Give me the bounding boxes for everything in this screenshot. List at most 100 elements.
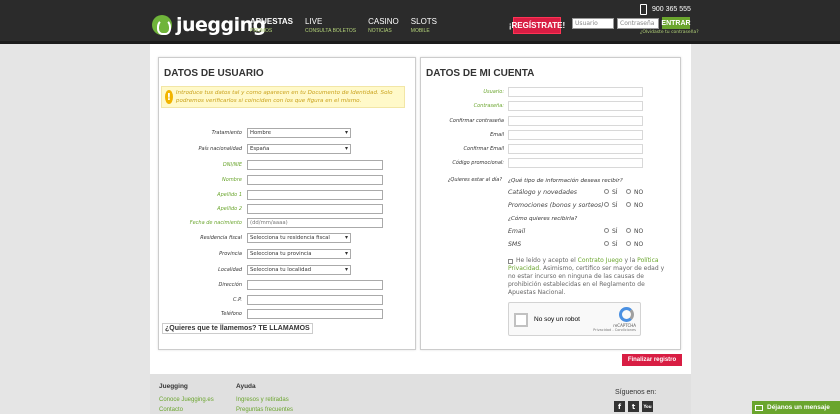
option-promos: Promociones (bonos y sorteos): [508, 202, 604, 209]
nav-sublink[interactable]: CONSULTA BOLETOS: [305, 28, 356, 34]
field-row-residencia: Residencia fiscal Selecciona tu residenc…: [159, 233, 417, 243]
dni-input[interactable]: [247, 160, 383, 170]
field-row-localidad: Localidad Selecciona tu localidad: [159, 265, 417, 275]
radio-label: SÍ: [612, 228, 618, 235]
radio-label: NO: [634, 202, 644, 209]
field-row-apellido2: Apellido 2: [159, 204, 417, 214]
nav-label[interactable]: SLOTS: [411, 17, 437, 26]
twitter-icon[interactable]: t: [628, 401, 639, 412]
phone-number: 900 365 555: [652, 6, 691, 13]
account-data-panel: DATOS DE MI CUENTA Usuario: Contraseña: …: [420, 57, 681, 350]
legal-prefix: He leído y acepto el: [516, 257, 576, 264]
email-no-radio[interactable]: [626, 228, 631, 233]
catalog-no-radio[interactable]: [626, 189, 631, 194]
pais-select[interactable]: España: [247, 144, 351, 154]
nav-label[interactable]: CASINO: [368, 17, 399, 26]
residencia-select[interactable]: Selecciona tu residencia fiscal: [247, 233, 351, 243]
nav-sublink[interactable]: PROMOS: [250, 28, 293, 34]
birthdate-input[interactable]: (dd/mm/aaaa): [247, 218, 383, 228]
field-label: Tratamiento: [211, 130, 242, 136]
contract-link[interactable]: Contrato Juego: [578, 257, 623, 264]
radio-label: NO: [634, 189, 644, 196]
localidad-select[interactable]: Selecciona tu localidad: [247, 265, 351, 275]
nombre-input[interactable]: [247, 175, 383, 185]
recaptcha-checkbox[interactable]: [514, 313, 528, 327]
field-row-dni: DNI/NIE: [159, 160, 417, 170]
confirm-password-input[interactable]: [508, 116, 643, 126]
forgot-password-link[interactable]: ¿Olvidaste tu contraseña?: [640, 30, 699, 35]
option-catalog: Catálogo y novedades: [508, 189, 577, 196]
footer-col-title: Juegging: [159, 383, 188, 390]
call-me-button[interactable]: ¿Quieres que te llamemos? TE LLAMAMOS: [162, 323, 313, 334]
apellido1-input[interactable]: [247, 190, 383, 200]
radio-label: SÍ: [612, 189, 618, 196]
nav-sublink[interactable]: NOTICIAS: [368, 28, 399, 34]
field-label: Apellido 1: [217, 192, 242, 198]
promo-code-input[interactable]: [508, 158, 643, 168]
nav-item-live[interactable]: LIVE CONSULTA BOLETOS: [305, 17, 356, 34]
field-row-contrasena: Contraseña:: [421, 101, 682, 111]
nav-item-casino[interactable]: CASINO NOTICIAS: [368, 17, 399, 34]
promos-no-radio[interactable]: [626, 202, 631, 207]
field-row-pais: País nacionalidad España: [159, 144, 417, 154]
footer-col-title: Ayuda: [236, 383, 256, 390]
provincia-select[interactable]: Selecciona tu provincia: [247, 249, 351, 259]
field-row-direccion: Dirección: [159, 280, 417, 290]
password-input[interactable]: Contraseña: [617, 18, 659, 29]
facebook-icon[interactable]: f: [614, 401, 625, 412]
username-input[interactable]: Usuario: [572, 18, 614, 29]
legal-and: y la: [624, 257, 636, 264]
identity-warning: ! Introduce tus datos tal y como aparece…: [161, 86, 405, 108]
field-row-email: Email: [421, 130, 682, 140]
footer-link[interactable]: Preguntas frecuentes: [236, 407, 293, 413]
email-yes-radio[interactable]: [604, 228, 609, 233]
sms-yes-radio[interactable]: [604, 241, 609, 246]
recaptcha-terms[interactable]: Privacidad - Condiciones: [593, 328, 636, 332]
logo-mark-icon: [152, 15, 172, 35]
radio-label: NO: [634, 228, 644, 235]
leave-message-button[interactable]: Déjanos un mensaje: [752, 401, 840, 414]
legal-text: He leído y acepto el Contrato Juego y la…: [508, 257, 673, 297]
sms-no-radio[interactable]: [626, 241, 631, 246]
tratamiento-select[interactable]: Hombre: [247, 128, 351, 138]
field-label: Confirmar contraseña: [449, 118, 504, 124]
footer-link[interactable]: Contacto: [159, 407, 183, 413]
field-row-apellido1: Apellido 1: [159, 190, 417, 200]
login-button[interactable]: ENTRAR: [661, 17, 691, 29]
logo[interactable]: juegging: [152, 14, 266, 36]
account-data-title: DATOS DE MI CUENTA: [426, 68, 535, 79]
field-row-confirm-email: Confirmar Email: [421, 144, 682, 154]
nav-label[interactable]: LIVE: [305, 17, 356, 26]
field-label: País nacionalidad: [198, 146, 242, 152]
promos-yes-radio[interactable]: [604, 202, 609, 207]
cp-input[interactable]: [247, 295, 383, 305]
option-sms: SMS: [508, 241, 522, 248]
field-row-telefono: Teléfono: [159, 309, 417, 319]
account-username-input[interactable]: [508, 87, 643, 97]
nav-sublink[interactable]: MOBILE: [411, 28, 437, 34]
register-button[interactable]: ¡REGÍSTRATE!: [509, 17, 565, 34]
footer-link[interactable]: Ingresos y retiradas: [236, 397, 289, 403]
nav-label[interactable]: APUESTAS: [250, 17, 293, 26]
phone-icon: [640, 4, 647, 15]
youtube-icon[interactable]: You: [642, 401, 653, 412]
email-input[interactable]: [508, 130, 643, 140]
direccion-input[interactable]: [247, 280, 383, 290]
apellido2-input[interactable]: [247, 204, 383, 214]
follow-us-label: Síguenos en:: [615, 389, 657, 396]
field-row-provincia: Provincia Selecciona tu provincia: [159, 249, 417, 259]
recaptcha-widget: No soy un robot reCAPTCHA Privacidad - C…: [508, 302, 641, 336]
field-label: Contraseña:: [473, 103, 504, 109]
nav-item-slots[interactable]: SLOTS MOBILE: [411, 17, 437, 34]
recaptcha-label: No soy un robot: [534, 316, 580, 323]
confirm-email-input[interactable]: [508, 144, 643, 154]
catalog-yes-radio[interactable]: [604, 189, 609, 194]
footer-link[interactable]: Conoce Juegging.es: [159, 397, 214, 403]
warning-text: Introduce tus datos tal y como aparecen …: [175, 90, 393, 104]
finish-registration-button[interactable]: Finalizar registro: [622, 354, 682, 366]
nav-item-apuestas[interactable]: APUESTAS PROMOS: [250, 17, 293, 34]
field-label: Usuario:: [483, 89, 504, 95]
field-label: Residencia fiscal: [200, 235, 242, 241]
telefono-input[interactable]: [247, 309, 383, 319]
account-password-input[interactable]: [508, 101, 643, 111]
